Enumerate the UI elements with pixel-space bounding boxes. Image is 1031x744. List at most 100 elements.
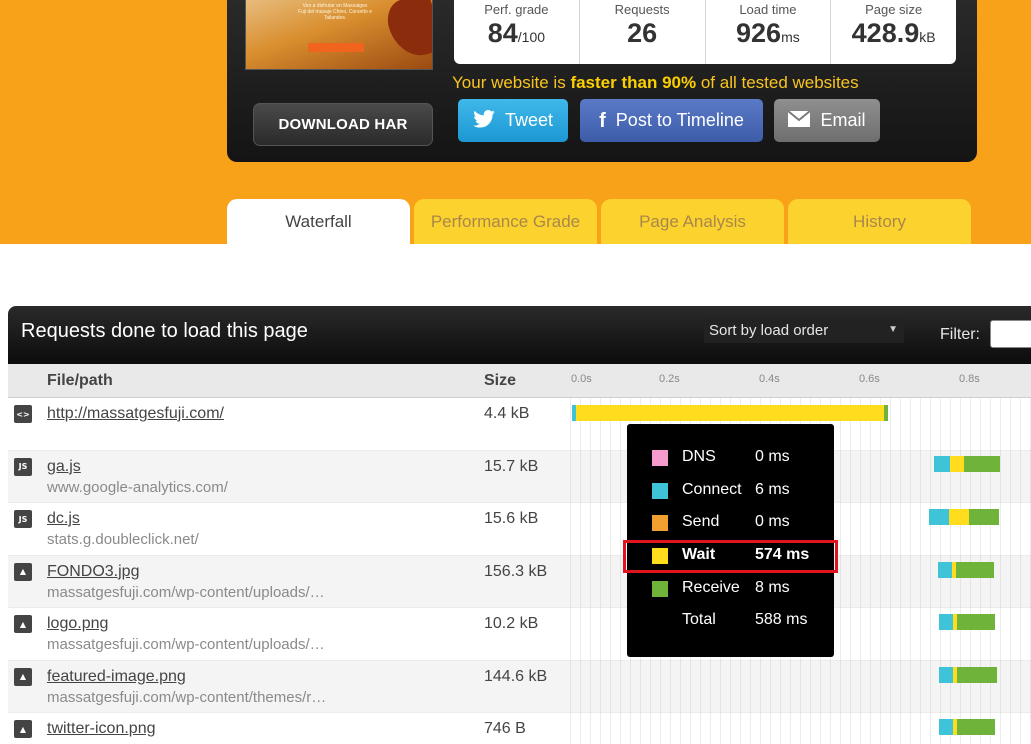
tweet-button[interactable]: Tweet: [458, 99, 568, 142]
html-file-icon: <>: [14, 405, 32, 423]
column-file-path[interactable]: File/path: [47, 372, 113, 390]
file-size: 10.2 kB: [484, 615, 539, 632]
stat-load-time: Load time 926ms: [706, 0, 832, 64]
image-file-icon: ▲: [14, 720, 32, 738]
waterfall-bar[interactable]: [939, 667, 997, 683]
bar-receive-segment: [956, 562, 994, 578]
tooltip-label: Receive: [682, 579, 740, 596]
image-file-icon: ▲: [14, 615, 32, 633]
tooltip-row-total: Total 588 ms: [627, 605, 834, 637]
bar-receive-segment: [957, 614, 995, 630]
file-host: massatgesfuji.com/wp-content/themes/r…: [47, 688, 327, 706]
table-row[interactable]: JS dc.js stats.g.doubleclick.net/ 15.6 k…: [8, 503, 1031, 556]
dns-color-swatch: [652, 450, 668, 466]
filter-input[interactable]: [990, 320, 1031, 348]
stat-number: 428.9: [851, 18, 920, 48]
file-host: massatgesfuji.com/wp-content/uploads/…: [47, 636, 325, 653]
requests-title: Requests done to load this page: [21, 320, 308, 342]
thumbnail-text: Ven a disfrutar en Massatges Fuji del ma…: [298, 3, 372, 21]
file-host: stats.g.doubleclick.net/: [47, 531, 199, 548]
table-row[interactable]: JS ga.js www.google-analytics.com/ 15.7 …: [8, 450, 1031, 503]
result-tabs: Waterfall Performance Grade Page Analysi…: [227, 199, 971, 244]
file-link[interactable]: FONDO3.jpg: [47, 563, 139, 581]
waterfall-bar[interactable]: [929, 509, 999, 525]
file-size: 4.4 kB: [484, 405, 530, 422]
thumbnail-graphic: [381, 0, 432, 63]
waterfall-bar[interactable]: [938, 562, 994, 578]
table-row[interactable]: ▲ FONDO3.jpg massatgesfuji.com/wp-conten…: [8, 555, 1031, 608]
bar-wait-segment: [576, 405, 884, 421]
requests-table: <> http://massatgesfuji.com/ 4.4 kB JS g…: [8, 398, 1031, 744]
waterfall-bar[interactable]: [939, 719, 995, 735]
file-link[interactable]: http://massatgesfuji.com/: [47, 405, 224, 423]
email-label: Email: [820, 110, 866, 130]
file-link[interactable]: featured-image.png: [47, 668, 186, 686]
stat-label: Requests: [614, 2, 670, 17]
bar-connect-segment: [934, 456, 950, 472]
waterfall-bar[interactable]: [939, 614, 995, 630]
sort-order-select[interactable]: Sort by load order ▼: [704, 319, 904, 343]
envelope-icon: [787, 109, 812, 131]
bar-connect-segment: [939, 719, 953, 735]
tooltip-row-receive: Receive 8 ms: [627, 573, 834, 605]
stat-number: 926: [736, 18, 782, 48]
file-link[interactable]: twitter-icon.png: [47, 720, 156, 738]
stat-value: 428.9kB: [831, 18, 956, 49]
download-har-button[interactable]: DOWNLOAD HAR: [253, 103, 433, 146]
stat-value: 926ms: [706, 18, 831, 49]
bar-connect-segment: [929, 509, 949, 525]
tooltip-label: DNS: [682, 448, 716, 465]
receive-color-swatch: [652, 581, 668, 597]
stat-label: Load time: [739, 2, 797, 17]
twitter-bird-icon: [473, 109, 495, 132]
tab-page-analysis[interactable]: Page Analysis: [601, 199, 784, 244]
page-screenshot-thumbnail: Ven a disfrutar en Massatges Fuji del ma…: [245, 0, 433, 70]
stat-unit: kB: [919, 29, 936, 45]
stat-value: 84/100: [454, 18, 579, 49]
faster-suffix: of all tested websites: [696, 73, 859, 92]
table-row[interactable]: ▲ logo.png massatgesfuji.com/wp-content/…: [8, 608, 1031, 661]
tab-waterfall[interactable]: Waterfall: [227, 199, 410, 244]
tab-performance-grade[interactable]: Performance Grade: [414, 199, 597, 244]
tooltip-row-send: Send 0 ms: [627, 507, 834, 539]
thumbnail-button-graphic: [308, 43, 364, 52]
stat-number: 26: [627, 18, 658, 48]
column-size[interactable]: Size: [484, 372, 516, 390]
stats-box: Perf. grade 84/100 Requests 26 Load time…: [454, 0, 956, 64]
tooltip-value: 6 ms: [755, 481, 790, 498]
tooltip-value: 588 ms: [755, 611, 808, 628]
tooltip-label: Total: [682, 611, 716, 628]
stat-unit: /100: [517, 29, 546, 45]
file-size: 156.3 kB: [484, 562, 548, 580]
file-link[interactable]: dc.js: [47, 510, 80, 528]
waterfall-bar[interactable]: [572, 405, 888, 421]
stat-label: Page size: [865, 2, 923, 17]
requests-header-bar: Requests done to load this page Sort by …: [8, 306, 1031, 364]
sort-order-value: Sort by load order: [709, 322, 829, 339]
stat-value: 26: [580, 18, 705, 49]
tooltip-label: Connect: [682, 481, 742, 498]
table-row[interactable]: ▲ featured-image.png massatgesfuji.com/w…: [8, 660, 1031, 713]
dropdown-arrow-icon: ▼: [888, 324, 898, 335]
table-row[interactable]: ▲ twitter-icon.png 746 B: [8, 713, 1031, 744]
bar-receive-segment: [957, 667, 997, 683]
file-size: 746 B: [484, 720, 526, 737]
tooltip-value: 0 ms: [755, 513, 790, 530]
email-button[interactable]: Email: [774, 99, 880, 142]
file-link[interactable]: ga.js: [47, 458, 81, 476]
bar-receive-segment: [969, 509, 999, 525]
stat-page-size: Page size 428.9kB: [831, 0, 956, 64]
tab-history[interactable]: History: [788, 199, 971, 244]
time-tick: 0.6s: [859, 373, 880, 385]
file-link[interactable]: logo.png: [47, 615, 108, 633]
stat-number: 84: [487, 18, 518, 48]
stat-label: Perf. grade: [484, 2, 549, 17]
stat-requests: Requests 26: [580, 0, 706, 64]
time-tick: 0.0s: [571, 373, 592, 385]
waterfall-bar[interactable]: [934, 456, 1000, 472]
tooltip-value: 0 ms: [755, 448, 790, 465]
bar-connect-segment: [939, 667, 953, 683]
send-color-swatch: [652, 515, 668, 531]
post-to-timeline-button[interactable]: f Post to Timeline: [580, 99, 763, 142]
wait-highlight-annotation: [623, 540, 838, 573]
